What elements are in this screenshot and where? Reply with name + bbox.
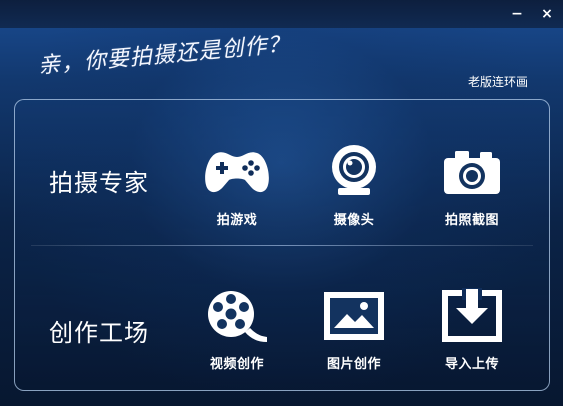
import-upload-button[interactable]: 导入上传 <box>426 280 518 372</box>
game-capture-button[interactable]: 拍游戏 <box>191 136 283 228</box>
film-reel-icon <box>208 291 267 342</box>
close-button[interactable]: × <box>535 3 559 25</box>
import-icon-wrap <box>426 280 518 352</box>
old-version-link[interactable]: 老版连环画 <box>468 73 528 90</box>
picture-create-button[interactable]: 图片创作 <box>308 280 400 372</box>
picture-create-label: 图片创作 <box>326 357 381 372</box>
window-controls: − × <box>501 0 563 28</box>
import-upload-label: 导入上传 <box>444 357 499 372</box>
picture-icon-wrap <box>308 280 400 352</box>
section-title-shooting: 拍摄专家 <box>49 169 149 197</box>
webcam-button[interactable]: 摄像头 <box>308 136 400 228</box>
app-window: − × 亲，你要拍摄还是创作？ 老版连环画 拍摄专家 拍游戏 摄像头 拍照截图 … <box>0 0 563 406</box>
camera-icon <box>444 151 500 194</box>
gamepad-icon-wrap <box>191 136 283 208</box>
page-tagline: 亲，你要拍摄还是创作？ <box>37 31 292 79</box>
minimize-button[interactable]: − <box>505 3 529 25</box>
game-capture-label: 拍游戏 <box>216 213 258 228</box>
video-create-label: 视频创作 <box>209 357 264 372</box>
webcam-icon-wrap <box>308 136 400 208</box>
camera-icon-wrap <box>426 136 518 208</box>
picture-icon <box>324 292 384 340</box>
title-bar <box>0 0 563 28</box>
webcam-icon <box>332 145 376 195</box>
import-icon <box>442 288 502 342</box>
screenshot-label: 拍照截图 <box>444 213 499 228</box>
video-create-button[interactable]: 视频创作 <box>191 280 283 372</box>
screenshot-button[interactable]: 拍照截图 <box>426 136 518 228</box>
gamepad-icon <box>205 152 269 193</box>
section-title-creation: 创作工场 <box>49 319 149 347</box>
webcam-label: 摄像头 <box>333 213 375 228</box>
section-divider <box>31 245 533 246</box>
main-panel: 拍摄专家 拍游戏 摄像头 拍照截图 创作工场 视频创作 图片创作 导入上传 <box>14 99 550 391</box>
film-reel-icon-wrap <box>191 280 283 352</box>
